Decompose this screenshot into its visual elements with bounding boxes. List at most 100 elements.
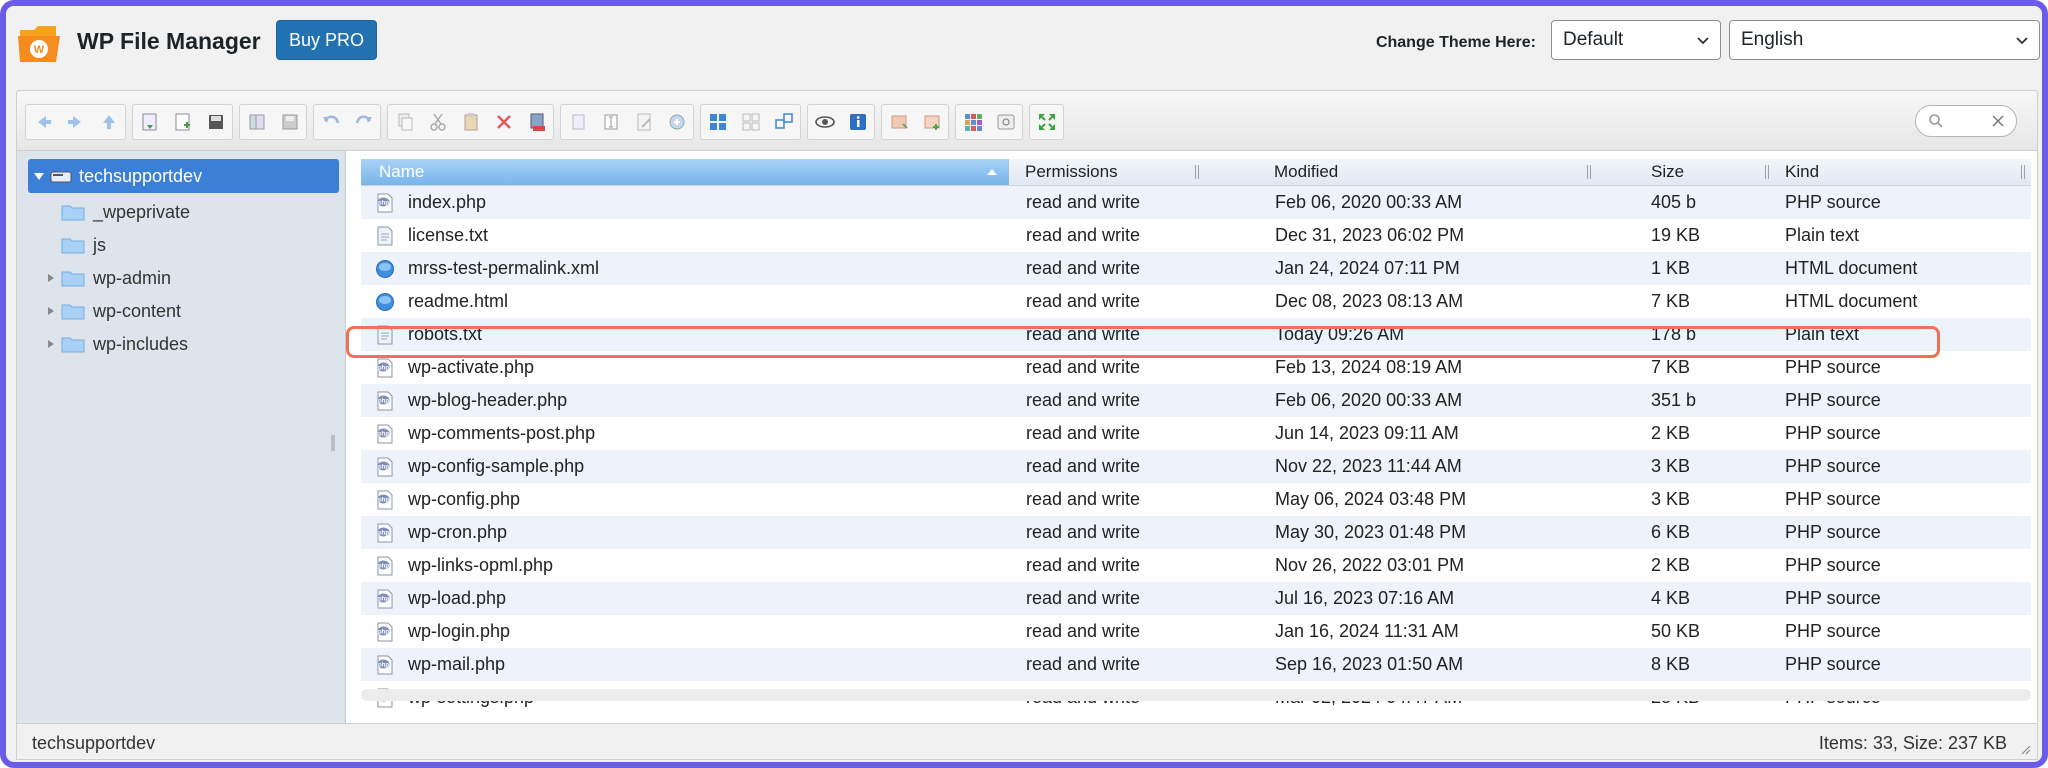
- extract-button[interactable]: [915, 105, 948, 139]
- back-button[interactable]: [26, 105, 59, 139]
- file-modified: Nov 26, 2022 03:01 PM: [1275, 555, 1465, 575]
- mkfile-icon: [175, 113, 190, 131]
- rename-button[interactable]: [594, 105, 627, 139]
- copy-button[interactable]: [388, 105, 421, 139]
- mkfile-button[interactable]: [166, 105, 199, 139]
- edit-button[interactable]: [627, 105, 660, 139]
- svg-text:php: php: [378, 597, 389, 603]
- fullscreen-button[interactable]: [1030, 105, 1063, 139]
- sort-button[interactable]: [956, 105, 989, 139]
- file-kind: Plain text: [1785, 225, 1860, 245]
- header: W WP File Manager Buy PRO Change Theme H…: [6, 6, 2042, 82]
- resize-button[interactable]: [660, 105, 693, 139]
- file-kind: PHP source: [1785, 489, 1881, 509]
- info-button[interactable]: [841, 105, 874, 139]
- app-frame: W WP File Manager Buy PRO Change Theme H…: [0, 0, 2048, 768]
- table-row[interactable]: readme.html read and write Dec 08, 2023 08…: [361, 285, 2031, 318]
- view-list-button[interactable]: [734, 105, 767, 139]
- language-select[interactable]: English: [1729, 20, 2040, 60]
- file-kind: PHP source: [1785, 621, 1881, 641]
- empty-button[interactable]: [520, 105, 553, 139]
- column-resizer[interactable]: [1195, 165, 1199, 179]
- undo-button[interactable]: [314, 105, 347, 139]
- file-kind: PHP source: [1785, 390, 1881, 410]
- file-size: 8 KB: [1651, 654, 1691, 674]
- table-row[interactable]: php wp-config.php read and write May 06, 20…: [361, 483, 2031, 516]
- folder-icon: [61, 205, 85, 221]
- cut-button[interactable]: [421, 105, 454, 139]
- table-row[interactable]: php wp-comments-post.php read and write Jun…: [361, 417, 2031, 450]
- tree-item-wp-admin[interactable]: wp-admin: [45, 263, 171, 293]
- preview-button[interactable]: [808, 105, 841, 139]
- file-size: 2 KB: [1651, 423, 1691, 443]
- tree-item-js[interactable]: js: [45, 230, 106, 260]
- buy-pro-button[interactable]: Buy PRO: [276, 20, 377, 60]
- column-size[interactable]: Size: [1651, 159, 1684, 185]
- language-select-value: English: [1741, 29, 1804, 50]
- forward-icon: [67, 116, 81, 128]
- column-resizer[interactable]: [2021, 165, 2025, 179]
- paste-button[interactable]: [454, 105, 487, 139]
- file-permissions: read and write: [1026, 588, 1141, 608]
- file-kind: Plain text: [1785, 324, 1860, 344]
- redo-button[interactable]: [347, 105, 380, 139]
- delete-button[interactable]: [487, 105, 520, 139]
- table-row[interactable]: php wp-links-opml.php read and write Nov 26…: [361, 549, 2031, 582]
- file-permissions: read and write: [1026, 489, 1141, 509]
- upload-button[interactable]: [199, 105, 232, 139]
- table-row[interactable]: php wp-activate.php read and write Feb 13, …: [361, 351, 2031, 384]
- undo-icon: [322, 115, 339, 124]
- expand-arrow-icon[interactable]: [45, 272, 57, 284]
- table-row[interactable]: mrss-test-permalink.xml read and write Jan…: [361, 252, 2031, 285]
- tree-item-wp-content[interactable]: wp-content: [45, 296, 181, 326]
- table-row[interactable]: php wp-mail.php read and write Sep 16, 2023…: [361, 648, 2031, 681]
- mkdir-button[interactable]: [133, 105, 166, 139]
- table-row-highlighted[interactable]: robots.txt read and write Today 09:26 AM 17…: [361, 318, 2031, 351]
- upload-icon: [208, 115, 223, 129]
- table-row[interactable]: php wp-login.php read and write Jan 16, 202…: [361, 615, 2031, 648]
- expand-arrow-icon[interactable]: [45, 338, 57, 350]
- sidebar-resize-handle[interactable]: [331, 435, 335, 451]
- settings-button[interactable]: [989, 105, 1022, 139]
- cut-icon: [429, 113, 446, 131]
- expand-arrow-icon[interactable]: [34, 172, 44, 180]
- file-modified: Today 09:26 AM: [1275, 324, 1405, 344]
- tree-item-wpeprivate[interactable]: _wpeprivate: [45, 197, 190, 227]
- app-title: WP File Manager: [77, 28, 261, 54]
- horizontal-scrollbar[interactable]: [361, 689, 2031, 701]
- file-size: 6 KB: [1651, 522, 1691, 542]
- view-buttons-icon[interactable]: [701, 105, 734, 139]
- column-resizer[interactable]: [1587, 165, 1591, 179]
- column-modified[interactable]: Modified: [1274, 159, 1338, 185]
- table-row[interactable]: php wp-config-sample.php read and write Nov…: [361, 450, 2031, 483]
- open-button[interactable]: [240, 105, 273, 139]
- duplicate-button[interactable]: [561, 105, 594, 139]
- archive-button[interactable]: [882, 105, 915, 139]
- forward-button[interactable]: [59, 105, 92, 139]
- sort-ascending-icon: [987, 169, 997, 175]
- clear-search-icon[interactable]: [1990, 113, 2006, 129]
- download-button[interactable]: [273, 105, 306, 139]
- table-row[interactable]: php wp-blog-header.php read and write Feb 0…: [361, 384, 2031, 417]
- theme-select[interactable]: Default: [1551, 20, 1721, 60]
- resize-grip-icon[interactable]: [2019, 743, 2031, 755]
- table-row[interactable]: php index.php read and write Feb 06, 2020 0…: [361, 186, 2031, 219]
- column-resizer[interactable]: [1765, 165, 1769, 179]
- tree-item-wp-includes[interactable]: wp-includes: [45, 329, 188, 359]
- view-tree-button[interactable]: [767, 105, 800, 139]
- settings-icon: [997, 114, 1014, 130]
- table-row[interactable]: license.txt read and write Dec 31, 2023 06…: [361, 219, 2031, 252]
- tree-root-item[interactable]: techsupportdev: [28, 159, 339, 193]
- search-input[interactable]: [1915, 105, 2017, 137]
- column-permissions[interactable]: Permissions: [1025, 159, 1118, 185]
- up-button[interactable]: [92, 105, 125, 139]
- column-kind[interactable]: Kind: [1785, 159, 1819, 185]
- file-name: wp-login.php: [408, 621, 511, 641]
- expand-arrow-icon[interactable]: [45, 305, 57, 317]
- table-row[interactable]: php wp-load.php read and write Jul 16, 2023…: [361, 582, 2031, 615]
- column-name[interactable]: Name: [361, 159, 1009, 185]
- file-name: wp-cron.php: [408, 522, 508, 542]
- toolbar-group: [1029, 104, 1064, 140]
- html-file-icon: [376, 260, 394, 278]
- table-row[interactable]: php wp-cron.php read and write May 30, 2023…: [361, 516, 2031, 549]
